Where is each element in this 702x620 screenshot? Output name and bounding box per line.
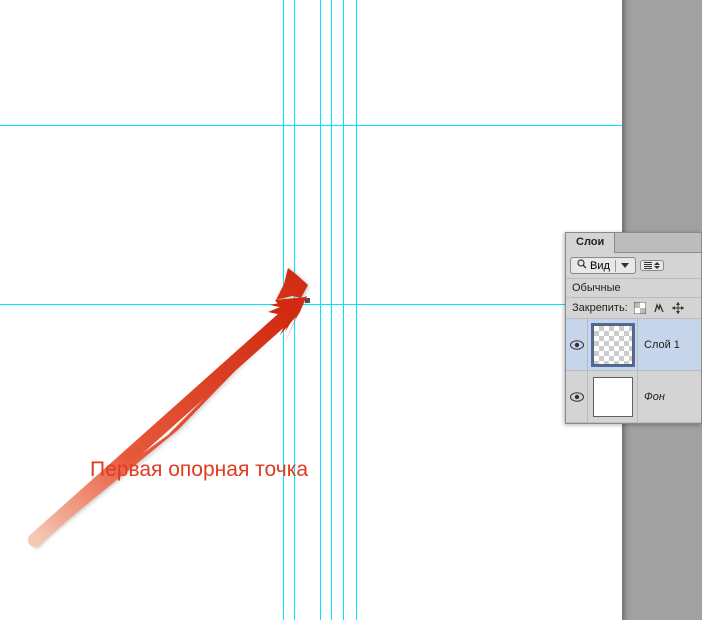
guide-vertical[interactable] — [331, 0, 332, 620]
search-icon — [577, 259, 587, 272]
layer-thumbnail[interactable] — [588, 319, 638, 370]
guide-horizontal[interactable] — [0, 304, 622, 305]
stepper-icon — [654, 262, 660, 269]
options-icon — [644, 262, 652, 269]
tab-layers[interactable]: Слои — [566, 233, 615, 253]
annotation-label: Первая опорная точка — [90, 458, 308, 482]
guide-vertical[interactable] — [283, 0, 284, 620]
eye-icon — [570, 340, 584, 350]
layer-thumbnail[interactable] — [588, 371, 638, 422]
panel-tab-empty — [615, 233, 701, 252]
layer-filter-label: Вид — [590, 260, 610, 272]
panel-options-button[interactable] — [640, 260, 664, 271]
document-canvas[interactable] — [0, 0, 622, 620]
layer-name[interactable]: Фон — [638, 391, 701, 403]
lock-position-icon[interactable] — [671, 301, 685, 315]
layer-name[interactable]: Слой 1 — [638, 339, 701, 351]
lock-pixels-icon[interactable] — [652, 301, 666, 315]
layer-row[interactable]: Фон — [566, 371, 701, 423]
layers-list: Слой 1 Фон — [566, 319, 701, 423]
guide-horizontal[interactable] — [0, 125, 622, 126]
layer-filter-button[interactable]: Вид — [570, 257, 636, 274]
lock-transparency-icon[interactable] — [633, 301, 647, 315]
guide-vertical[interactable] — [343, 0, 344, 620]
eye-icon — [570, 392, 584, 402]
guide-vertical[interactable] — [294, 0, 295, 620]
visibility-toggle[interactable] — [566, 371, 588, 422]
layers-panel: Слои Вид Обычные Закре — [565, 232, 702, 424]
blend-mode-select[interactable]: Обычные — [566, 279, 701, 298]
chevron-down-icon — [621, 260, 629, 272]
guide-vertical[interactable] — [320, 0, 321, 620]
separator — [615, 260, 616, 272]
guide-vertical[interactable] — [356, 0, 357, 620]
visibility-toggle[interactable] — [566, 319, 588, 370]
lock-label: Закрепить: — [572, 302, 628, 314]
panel-tabs: Слои — [566, 233, 701, 253]
anchor-point[interactable] — [305, 298, 310, 303]
layer-row[interactable]: Слой 1 — [566, 319, 701, 371]
